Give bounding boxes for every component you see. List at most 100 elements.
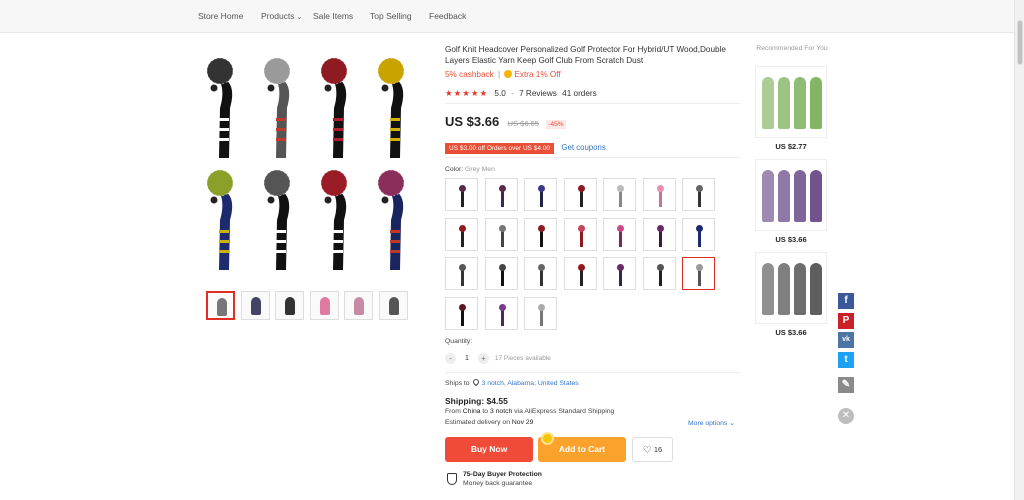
- color-swatch[interactable]: [682, 257, 715, 290]
- thumb-image: [217, 298, 227, 316]
- headcover-4: [377, 57, 405, 158]
- thumb-4[interactable]: [309, 291, 339, 320]
- headcover-stripe: [333, 128, 343, 131]
- swatch-image: [577, 185, 585, 207]
- swatch-sock: [540, 270, 543, 286]
- thumb-5[interactable]: [344, 291, 373, 320]
- color-swatch[interactable]: [484, 178, 518, 211]
- color-swatch[interactable]: [445, 217, 478, 251]
- recommended-item-image[interactable]: [755, 66, 827, 138]
- color-swatch[interactable]: [563, 257, 597, 290]
- color-swatch[interactable]: [524, 178, 557, 211]
- pinterest-share-button[interactable]: P: [838, 313, 854, 329]
- color-swatch[interactable]: [603, 257, 636, 290]
- thumb-image: [354, 297, 364, 315]
- color-swatch[interactable]: [445, 296, 478, 330]
- get-coupons-link[interactable]: Get coupons: [562, 143, 606, 152]
- swatch-image: [577, 264, 585, 286]
- quantity-plus-button[interactable]: +: [477, 353, 489, 364]
- ships-to-row: Ships to 3 notch, Alabama, United States: [445, 377, 579, 387]
- headcover-stripe: [390, 118, 400, 121]
- color-swatch[interactable]: [642, 257, 676, 290]
- nav-store-home[interactable]: Store Home: [198, 11, 243, 21]
- color-swatch[interactable]: [445, 178, 478, 211]
- product-main-image[interactable]: [196, 42, 428, 274]
- scrollbar-thumb[interactable]: [1017, 20, 1023, 65]
- color-swatch[interactable]: [524, 257, 557, 290]
- swatch-pompom: [538, 264, 545, 271]
- swatch-pompom: [498, 185, 506, 192]
- thumb-1[interactable]: [206, 291, 235, 320]
- recommended-thumb-figure: [778, 77, 790, 129]
- swatch-image: [498, 303, 506, 326]
- quantity-input[interactable]: 1: [458, 355, 476, 362]
- swatch-sock: [461, 230, 464, 247]
- color-swatch[interactable]: [642, 178, 676, 211]
- swatch-sock: [658, 191, 662, 207]
- headcover-tag: [324, 196, 332, 204]
- divider: [445, 372, 740, 373]
- wishlist-button[interactable]: ♡ 16: [632, 437, 673, 462]
- swatch-pompom: [459, 264, 466, 271]
- ships-to-location[interactable]: 3 notch, Alabama, United States: [482, 380, 579, 387]
- nav-products[interactable]: Products ⌄: [261, 11, 302, 21]
- from-dest: 3 notch: [489, 408, 513, 415]
- quantity-minus-button[interactable]: -: [445, 353, 456, 364]
- more-options-label: More options: [688, 420, 728, 427]
- star-rating-icon: ★★★★★: [445, 88, 489, 98]
- color-swatch[interactable]: [563, 217, 597, 251]
- pencil-icon: ✎: [841, 379, 851, 390]
- color-swatch[interactable]: [524, 296, 557, 330]
- color-swatch[interactable]: [642, 217, 676, 251]
- original-price: US $6.65: [507, 119, 539, 128]
- nav-top-selling[interactable]: Top Selling: [370, 11, 412, 21]
- color-swatch[interactable]: [524, 217, 557, 251]
- color-swatch[interactable]: [484, 217, 518, 251]
- color-swatch[interactable]: [603, 217, 636, 251]
- reviews-link[interactable]: 7 Reviews: [519, 89, 557, 98]
- add-to-cart-button[interactable]: Add to Cart: [538, 432, 626, 462]
- divider: [445, 157, 740, 158]
- swatch-pompom: [498, 224, 506, 232]
- color-swatch[interactable]: [682, 217, 715, 251]
- twitter-share-button[interactable]: t: [838, 352, 854, 368]
- nav-feedback[interactable]: Feedback: [429, 11, 466, 21]
- swatch-pompom: [656, 224, 664, 232]
- swatch-image: [696, 185, 703, 207]
- color-swatch[interactable]: [682, 178, 715, 211]
- swatch-sock: [500, 230, 504, 247]
- cashback-row: 5% cashback | Extra 1% Off: [445, 70, 561, 79]
- color-swatch[interactable]: [445, 257, 478, 290]
- color-swatch[interactable]: [484, 296, 518, 330]
- edit-share-button[interactable]: ✎: [838, 377, 854, 393]
- recommended-item-image[interactable]: [755, 159, 827, 231]
- headcover-tag: [381, 196, 389, 204]
- headcover-stripe: [219, 230, 229, 233]
- page-scrollbar[interactable]: [1014, 0, 1024, 500]
- close-share-button[interactable]: ✕: [838, 408, 854, 424]
- color-swatch[interactable]: [603, 178, 636, 211]
- headcover-pompom: [207, 58, 233, 84]
- thumb-6[interactable]: [378, 291, 408, 320]
- recommended-item-image[interactable]: [755, 252, 827, 324]
- swatch-pompom: [459, 224, 466, 232]
- color-swatch[interactable]: [563, 178, 597, 211]
- swatch-sock: [500, 309, 504, 326]
- swatch-sock: [698, 230, 701, 247]
- more-options-link[interactable]: More options ⌄: [688, 419, 735, 427]
- thumb-2[interactable]: [240, 291, 270, 320]
- swatch-image: [459, 303, 466, 326]
- recommended-thumb-figure: [810, 77, 822, 129]
- color-swatch[interactable]: [484, 257, 518, 290]
- protection-title: 75-Day Buyer Protection: [463, 471, 542, 478]
- swatch-pompom: [617, 224, 624, 232]
- recommended-thumb-figure: [794, 170, 806, 222]
- headcover-sock: [274, 188, 290, 270]
- thumb-3[interactable]: [275, 291, 304, 320]
- cashback-separator: |: [497, 70, 501, 79]
- facebook-share-button[interactable]: f: [838, 293, 854, 309]
- estimated-date: Nov 29: [511, 419, 534, 426]
- buy-now-button[interactable]: Buy Now: [445, 437, 533, 462]
- nav-sale-items[interactable]: Sale Items: [313, 11, 353, 21]
- vk-share-button[interactable]: vk: [838, 332, 854, 348]
